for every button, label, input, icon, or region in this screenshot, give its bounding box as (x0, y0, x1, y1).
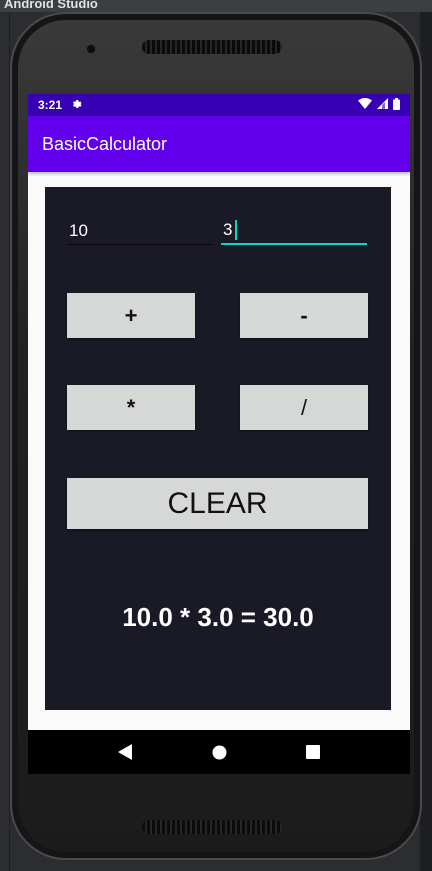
text-cursor (235, 220, 237, 240)
ide-window-title: Android Studio (4, 0, 98, 11)
ide-title-bar: Android Studio (0, 0, 432, 12)
content-area: + - * / CLEAR 10.0 * 3.0 = 30.0 (28, 172, 410, 730)
status-time: 3:21 (38, 98, 63, 112)
app-title: BasicCalculator (42, 133, 168, 154)
subtract-button[interactable]: - (240, 293, 368, 338)
calculator-panel: + - * / CLEAR 10.0 * 3.0 = 30.0 (45, 187, 391, 710)
result-text: 10.0 * 3.0 = 30.0 (122, 602, 314, 632)
back-icon[interactable] (115, 742, 135, 762)
multiply-button[interactable]: * (67, 385, 195, 430)
earpiece-speaker (142, 40, 282, 54)
first-number-input[interactable] (67, 217, 213, 245)
recents-icon[interactable] (303, 742, 323, 762)
status-bar: 3:21 (28, 94, 410, 116)
emulator-device-frame: 3:21 BasicCalculator 10 3 + - * / CLEAR … (10, 12, 422, 860)
clear-button[interactable]: CLEAR (67, 478, 368, 529)
front-camera (86, 44, 96, 54)
settings-icon (70, 98, 82, 113)
wifi-icon (358, 98, 372, 112)
divide-button[interactable]: / (240, 385, 368, 430)
home-icon[interactable] (209, 742, 229, 762)
signal-icon (377, 98, 388, 112)
ide-left-toolbar (0, 12, 10, 871)
device-screen: 3:21 BasicCalculator 10 3 + - * / CLEAR … (28, 94, 410, 774)
bottom-speaker (142, 820, 282, 834)
add-button[interactable]: + (67, 293, 195, 338)
battery-icon (393, 97, 400, 113)
navigation-bar (28, 730, 410, 774)
app-bar: BasicCalculator (28, 116, 410, 172)
second-number-input[interactable] (221, 217, 367, 245)
